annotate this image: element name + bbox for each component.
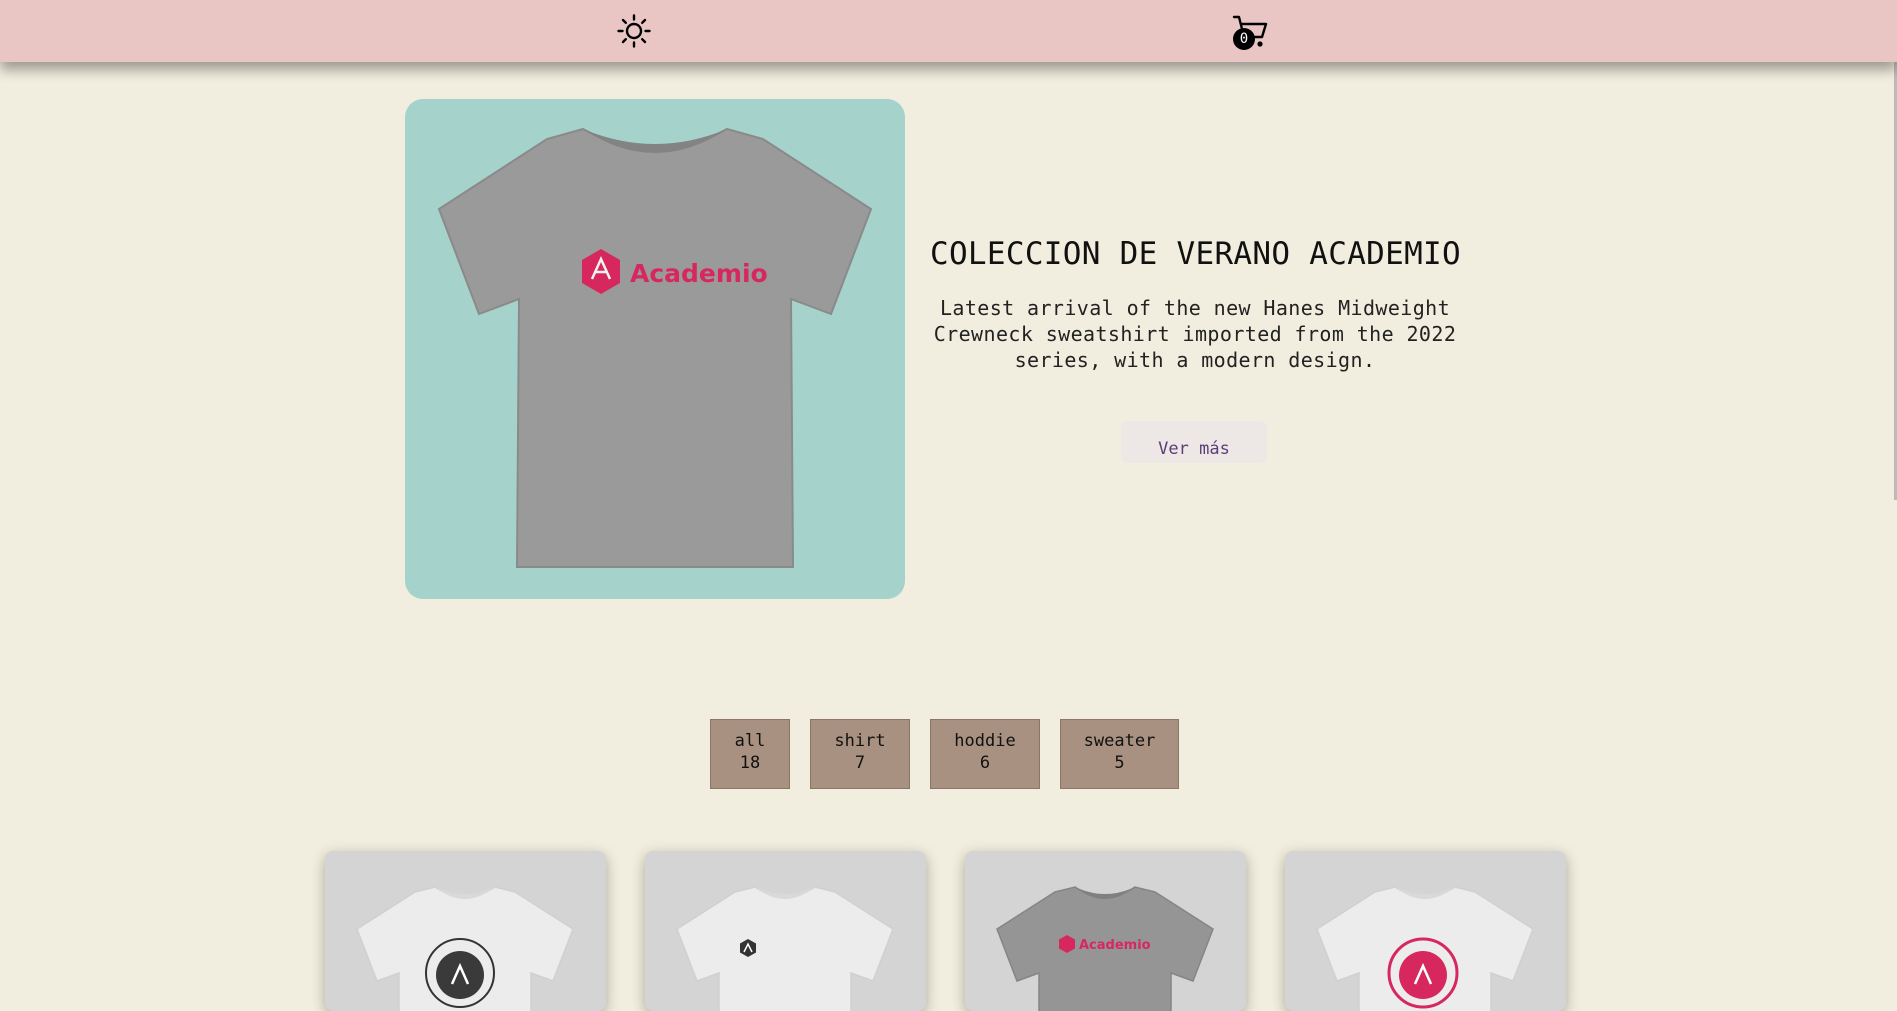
filter-all-button[interactable]: all 18 [710,719,790,789]
filter-count: 5 [1114,753,1125,773]
filter-label: shirt [834,731,886,751]
filter-label: all [734,731,766,751]
filter-label: sweater [1083,731,1156,751]
filter-sweater-button[interactable]: sweater 5 [1060,719,1179,789]
product-card[interactable] [645,851,926,1011]
product-card[interactable] [325,851,606,1011]
hero-description: Latest arrival of the new Hanes Midweigh… [933,296,1457,372]
ver-mas-button[interactable]: Ver más [1121,421,1267,463]
hero-product-image: Academio [405,99,905,599]
product-image: Academio [996,886,1214,1011]
filter-count: 18 [739,753,761,773]
svg-text:Academio: Academio [630,259,768,288]
filter-label: hoddie [954,731,1016,751]
svg-text:Academio: Academio [1079,938,1151,953]
filter-shirt-button[interactable]: shirt 7 [810,719,910,789]
cart-button[interactable]: 0 [1228,9,1272,53]
product-image [356,886,574,1011]
product-card[interactable] [1285,851,1566,1011]
theme-toggle-button[interactable] [612,9,656,53]
cart-count-badge: 0 [1233,28,1255,50]
filter-hoddie-button[interactable]: hoddie 6 [930,719,1040,789]
product-card[interactable]: Academio [965,851,1246,1011]
product-image [1316,886,1534,1011]
filter-count: 7 [854,753,866,773]
product-image [676,886,894,1011]
sun-icon [617,14,651,48]
top-header: 0 [0,0,1897,62]
hero-title: COLECCION DE VERANO ACADEMIO [930,236,1461,272]
filter-count: 6 [979,753,991,773]
